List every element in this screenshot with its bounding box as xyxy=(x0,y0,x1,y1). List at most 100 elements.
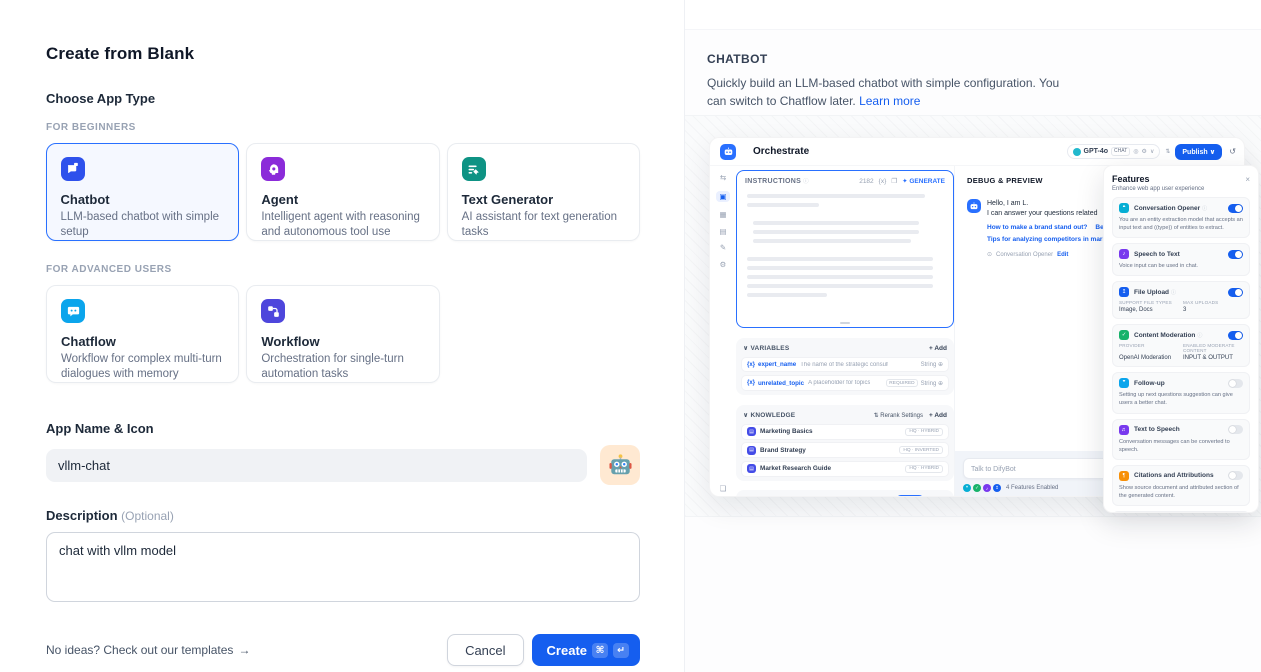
create-button[interactable]: Create ⌘ ↵ xyxy=(532,634,640,666)
knowledge-row: ▤ Market Research Guide HQ · HYBRID xyxy=(741,461,949,477)
features-enabled-count: 4 Features Enabled xyxy=(1006,485,1058,491)
vision-icon: ◉ xyxy=(742,496,753,497)
templates-link[interactable]: No ideas? Check out our templates → xyxy=(46,643,250,657)
bot-avatar-icon xyxy=(720,144,736,160)
robot-emoji-icon xyxy=(607,452,634,479)
opener-feature-icon: ❝ xyxy=(963,484,971,492)
feature-toggle xyxy=(1228,204,1243,213)
feature-toggle xyxy=(1228,379,1243,388)
learn-more-link[interactable]: Learn more xyxy=(859,94,920,108)
gallery-icon: ▦ xyxy=(719,211,726,219)
description-optional-label: (Optional) xyxy=(121,509,174,523)
app-type-card-agent[interactable]: Agent Intelligent agent with reasoning a… xyxy=(246,143,439,241)
arrow-right-icon: → xyxy=(238,643,250,657)
opener-icon: ⊙ xyxy=(987,251,992,258)
features-title: Features xyxy=(1112,174,1150,184)
cancel-button[interactable]: Cancel xyxy=(447,634,523,666)
placeholder-line xyxy=(747,203,819,207)
description-label: Description xyxy=(46,508,118,523)
beginner-cards: Chatbot LLM-based chatbot with simple se… xyxy=(46,143,640,241)
resize-handle xyxy=(840,322,850,324)
chevron-down-icon: ∨ xyxy=(1150,148,1154,155)
variable-row: {x} expert_name The name of the strategi… xyxy=(741,357,949,372)
retrieval-tag: HQ · HYBRID xyxy=(905,428,943,436)
feature-content-moderation: ✓ Content Moderation ⓘ PROVIDER ENABLED … xyxy=(1112,324,1250,367)
dataset-icon: ▤ xyxy=(747,464,756,473)
app-type-card-text-generator[interactable]: Text Generator AI assistant for text gen… xyxy=(447,143,640,241)
app-type-card-chatflow[interactable]: Chatflow Workflow for complex multi-turn… xyxy=(46,285,239,383)
feature-toggle xyxy=(1228,425,1243,434)
advanced-cards: Chatflow Workflow for complex multi-turn… xyxy=(46,285,640,383)
workflow-icon xyxy=(261,299,285,323)
variables-label: ∨ VARIABLES xyxy=(743,344,789,352)
for-advanced-users-label: FOR ADVANCED USERS xyxy=(46,264,640,275)
info-icon: ⓘ xyxy=(1197,332,1202,339)
description-label-row: Description (Optional) xyxy=(46,508,640,523)
close-icon: × xyxy=(1245,175,1250,184)
placeholder-line xyxy=(747,257,933,261)
choose-app-type-label: Choose App Type xyxy=(46,91,640,106)
card-desc: Orchestration for single-turn automation… xyxy=(261,352,424,382)
moderation-feature-icon: ✓ xyxy=(973,484,981,492)
chatflow-icon xyxy=(61,299,85,323)
placeholder-line xyxy=(753,239,911,243)
instructions-panel: INSTRUCTIONS ⓘ 2182 {x} ❐ ✦ GENERATE xyxy=(736,170,954,328)
suggestion-link: Tips for analyzing competitors in market xyxy=(987,236,1112,243)
info-icon: ⓘ xyxy=(1202,205,1207,212)
feature-toggle xyxy=(1228,250,1243,259)
card-desc: AI assistant for text generation tasks xyxy=(462,210,625,240)
variables-panel: ∨ VARIABLES + Add {x} expert_name The na… xyxy=(736,338,954,395)
page-title: Create from Blank xyxy=(46,44,640,64)
agent-icon xyxy=(261,157,285,181)
speech-to-text-icon: ♪ xyxy=(1119,249,1129,259)
sliders-icon: ⇅ xyxy=(1165,148,1170,155)
enter-key-icon: ↵ xyxy=(613,643,629,658)
citations-icon: ¶ xyxy=(1119,471,1129,481)
app-type-card-workflow[interactable]: Workflow Orchestration for single-turn a… xyxy=(246,285,439,383)
generate-button: ✦ GENERATE xyxy=(902,177,945,185)
for-beginners-label: FOR BEGINNERS xyxy=(46,122,640,133)
card-title: Chatbot xyxy=(61,192,225,207)
variable-row: {x} unrelated_topic A placeholder for to… xyxy=(741,375,949,391)
speech-feature-icon: ♪ xyxy=(983,484,991,492)
switch-icon: ⇆ xyxy=(720,174,726,182)
copy-icon: ❐ xyxy=(891,177,897,185)
model-provider-icon xyxy=(1073,148,1081,156)
publish-button: Publish ∨ xyxy=(1175,144,1222,160)
required-badge: REQUIRED xyxy=(886,379,917,387)
text-to-speech-icon: ♬ xyxy=(1119,425,1129,435)
variable-token-icon: {x} xyxy=(747,380,755,386)
app-name-row xyxy=(46,445,640,485)
char-count: 2182 xyxy=(859,178,873,185)
app-type-card-chatbot[interactable]: Chatbot LLM-based chatbot with simple se… xyxy=(46,143,239,241)
description-textarea[interactable]: chat with vllm model xyxy=(46,532,640,602)
placeholder-line xyxy=(747,284,933,288)
upload-feature-icon: ↥ xyxy=(993,484,1001,492)
preview-band: Orchestrate GPT-4o CHAT ◎ ⚙ ∨ ⇅ Publish … xyxy=(685,115,1261,517)
app-icon-picker[interactable] xyxy=(600,445,640,485)
resolution-high-option: High xyxy=(896,495,924,497)
follow-up-icon: ❞ xyxy=(1119,378,1129,388)
feature-toggle xyxy=(1228,471,1243,480)
app-name-label: App Name & Icon xyxy=(46,421,640,436)
file-upload-icon: ↥ xyxy=(1119,287,1129,297)
feature-file-upload: ↥ File Upload ⓘ SUPPORT FILE TYPES MAX U… xyxy=(1112,281,1250,319)
feature-follow-up: ❞ Follow-up Setting up next questions su… xyxy=(1112,372,1250,413)
card-title: Text Generator xyxy=(462,192,625,207)
orchestrate-tab-icon: ▣ xyxy=(716,191,729,203)
app-name-input[interactable] xyxy=(46,449,587,482)
card-desc: LLM-based chatbot with simple setup xyxy=(61,210,225,240)
card-title: Workflow xyxy=(261,334,424,349)
card-title: Agent xyxy=(261,192,424,207)
app-type-info-panel: CHATBOT Quickly build an LLM-based chatb… xyxy=(684,0,1261,672)
document-icon: ▤ xyxy=(719,228,726,236)
preview-sidebar: ⇆ ▣ ▦ ▤ ✎ ⚙ ❏ xyxy=(710,166,736,497)
add-knowledge-button: + Add xyxy=(929,412,947,419)
notes-icon: ✎ xyxy=(720,244,726,252)
placeholder-line xyxy=(747,275,933,279)
chat-mode-tag: CHAT xyxy=(1111,147,1130,156)
retrieval-tag: HQ · INVERTED xyxy=(899,446,943,454)
knowledge-label: ∨ KNOWLEDGE xyxy=(743,411,795,419)
resolution-low-option: Low xyxy=(928,496,948,497)
card-title: Chatflow xyxy=(61,334,224,349)
